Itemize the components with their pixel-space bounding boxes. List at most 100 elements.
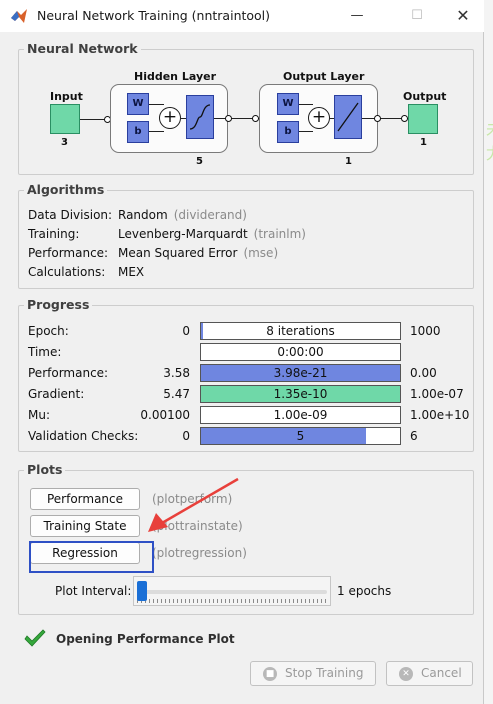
progress-bar-text: 1.35e-10 (273, 387, 328, 401)
algorithm-method: Random (118, 208, 168, 222)
slider-thumb[interactable] (137, 581, 147, 601)
neural-network-title: Neural Network (24, 41, 141, 56)
input-block (50, 104, 80, 134)
connector-node (225, 115, 232, 122)
hidden-layer-title: Hidden Layer (134, 70, 216, 83)
connector-line (149, 131, 164, 132)
input-size: 3 (61, 137, 68, 148)
training-state-plot-button[interactable]: Training State (30, 515, 140, 537)
algorithm-value: Levenberg-Marquardt (trainlm) (118, 227, 306, 241)
algorithm-function: (dividerand) (173, 208, 247, 222)
progress-bar: 1.00e-09 (200, 406, 401, 424)
annotation-arrow (148, 477, 239, 532)
progress-bar-text: 5 (296, 429, 305, 443)
progress-label: Gradient: (28, 387, 85, 401)
algorithm-label: Performance: (28, 246, 109, 260)
plot-interval-value: 1 epochs (337, 584, 392, 598)
connector-line (299, 131, 313, 132)
progress-start-value: 0.00100 (140, 408, 190, 422)
connector-line (299, 104, 313, 105)
performance-plot-button[interactable]: Performance (30, 488, 140, 510)
cancel-button[interactable]: ✕ Cancel (386, 661, 473, 686)
connector-node (401, 115, 408, 122)
algorithm-value: Random (dividerand) (118, 208, 247, 222)
progress-bar: 1.35e-10 (200, 385, 401, 403)
plots-title: Plots (24, 462, 66, 477)
slider-ticks (137, 599, 327, 603)
progress-end-value: 6 (410, 429, 418, 443)
matlab-logo-icon (11, 9, 27, 23)
regression-plot-fn: (plotregression) (152, 546, 247, 560)
algorithm-label: Calculations: (28, 265, 106, 279)
hidden-bias-block: b (127, 121, 149, 143)
progress-bar: 8 iterations (200, 322, 401, 340)
background-glyph: 尤 (486, 140, 493, 164)
progress-label: Epoch: (28, 324, 69, 338)
tansig-transfer-icon (186, 95, 214, 139)
highlight-box (29, 541, 154, 573)
output-label: Output (403, 90, 447, 103)
progress-bar-text: 8 iterations (266, 324, 335, 338)
maximize-button[interactable]: ☐ (403, 4, 431, 28)
stop-training-label: Stop Training (285, 666, 364, 680)
progress-start-value: 3.58 (163, 366, 190, 380)
progress-bar: 5 (200, 427, 401, 445)
algorithm-label: Data Division: (28, 208, 113, 222)
cancel-label: Cancel (421, 666, 462, 680)
input-label: Input (50, 90, 83, 103)
algorithm-function: (trainlm) (253, 227, 306, 241)
background-window-strip: 未 尤 (484, 0, 493, 704)
hidden-layer-size: 5 (196, 156, 203, 167)
progress-end-value: 1000 (410, 324, 441, 338)
progress-label: Mu: (28, 408, 51, 422)
minimize-button[interactable]: — (343, 4, 371, 28)
algorithm-value: MEX (118, 265, 150, 279)
algorithm-value: Mean Squared Error (mse) (118, 246, 278, 260)
checkmark-icon (24, 629, 46, 647)
progress-label: Time: (28, 345, 62, 359)
progress-bar-text: 0:00:00 (277, 345, 324, 359)
window-title: Neural Network Training (nntraintool) (37, 8, 271, 23)
algorithms-title: Algorithms (24, 182, 108, 197)
progress-bar-text: 3.98e-21 (273, 366, 328, 380)
progress-end-value: 1.00e+10 (410, 408, 470, 422)
algorithm-function: (mse) (243, 246, 279, 260)
algorithm-method: MEX (118, 265, 145, 279)
progress-end-value: 0.00 (410, 366, 437, 380)
plot-interval-slider[interactable] (133, 576, 331, 606)
title-bar: Neural Network Training (nntraintool) — … (0, 0, 484, 32)
output-sum-node: + (308, 107, 330, 129)
status-text: Opening Performance Plot (56, 632, 235, 646)
progress-bar: 0:00:00 (200, 343, 401, 361)
progress-start-value: 0 (182, 429, 190, 443)
background-glyph: 未 (486, 116, 493, 140)
connector-node (374, 115, 381, 122)
progress-start-value: 0 (182, 324, 190, 338)
connector-node (252, 115, 259, 122)
progress-bar-text: 1.00e-09 (273, 408, 328, 422)
hidden-weight-block: W (127, 93, 149, 115)
algorithm-method: Mean Squared Error (118, 246, 238, 260)
neural-network-panel: Neural Network (18, 41, 474, 175)
output-bias-block: b (277, 121, 299, 143)
purelin-transfer-icon (334, 95, 362, 139)
output-block (408, 104, 438, 134)
slider-rail (137, 590, 327, 594)
cancel-icon: ✕ (399, 667, 413, 681)
hidden-sum-node: + (159, 107, 181, 129)
progress-start-value: 5.47 (163, 387, 190, 401)
algorithm-label: Training: (28, 227, 80, 241)
progress-end-value: 1.00e-07 (410, 387, 464, 401)
output-layer-size: 1 (345, 156, 352, 167)
close-button[interactable]: ✕ (449, 4, 477, 28)
progress-bar: 3.98e-21 (200, 364, 401, 382)
connector-line (149, 104, 164, 105)
progress-title: Progress (24, 297, 93, 312)
output-weight-block: W (277, 93, 299, 115)
output-size: 1 (420, 137, 427, 148)
stop-icon: ■ (263, 667, 277, 681)
plot-interval-label: Plot Interval: (55, 584, 132, 598)
output-layer-title: Output Layer (283, 70, 365, 83)
progress-label: Performance: (28, 366, 109, 380)
stop-training-button[interactable]: ■ Stop Training (250, 661, 376, 686)
